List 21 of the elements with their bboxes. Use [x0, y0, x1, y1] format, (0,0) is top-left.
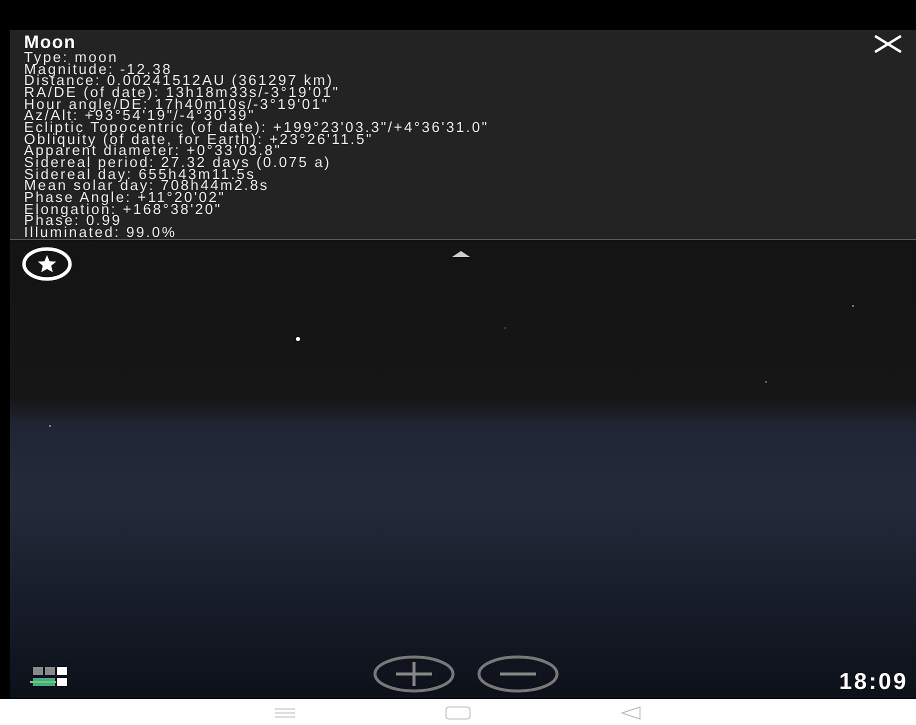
clock-time: 18:09: [839, 668, 908, 695]
back-triangle-icon: [620, 706, 642, 720]
info-line: Az/Alt: +93°54'19"/-4°30'39": [24, 111, 256, 123]
info-line: Distance: 0.00241512AU (361297 km): [24, 76, 334, 88]
object-title: Moon: [24, 31, 76, 52]
info-line: Illuminated: 99.0%: [24, 228, 177, 239]
info-line: Ecliptic Topocentric (of date): +199°23'03.3"/+4°36'31.0": [24, 122, 489, 135]
info-line: RA/DE (of date): 13h18m33s/-3°19'01": [24, 88, 340, 100]
minus-icon: [476, 654, 560, 694]
info-line: Sidereal period: 27.32 days (0.075 a): [24, 158, 332, 170]
info-line: Apparent diameter: +0°33'03.8": [24, 146, 282, 158]
plus-icon: [372, 654, 456, 694]
info-line: Phase: 0.99: [24, 216, 122, 228]
info-line: Phase Angle: +11°20'02": [24, 192, 226, 205]
close-icon: [872, 34, 904, 54]
menu-icon: [274, 706, 296, 718]
info-line: Mean solar day: 708h44m2.8s: [24, 181, 270, 193]
caret-up-icon: [451, 250, 471, 258]
square-icon: [444, 706, 471, 720]
info-line: Type: moon: [24, 53, 118, 65]
app-logo-icon: [30, 665, 70, 689]
